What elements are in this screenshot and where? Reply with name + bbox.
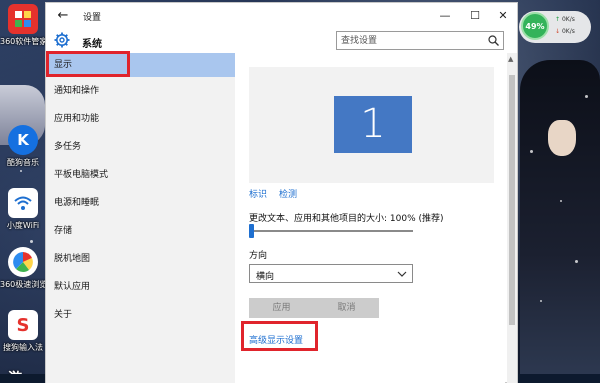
memory-usage-ring: 49% — [521, 12, 549, 40]
upload-arrow-icon: ↑ — [555, 16, 561, 23]
minimize-button[interactable]: — — [432, 6, 458, 26]
desktop-icon-label: 小度WiFi — [6, 221, 40, 230]
maximize-icon: ☐ — [470, 9, 480, 22]
minimize-icon: — — [439, 9, 451, 22]
nav-item-label: 脱机地图 — [54, 254, 91, 264]
scrollbar[interactable]: ▲ — [507, 53, 517, 383]
desktop-icon-360-browser[interactable]: 360极速浏览器 — [0, 247, 56, 290]
scale-label: 更改文本、应用和其他项目的大小: 100% (推荐) — [249, 214, 444, 224]
nav-item-label: 平板电脑模式 — [54, 170, 109, 180]
snowflake — [585, 95, 588, 98]
wifi-icon — [8, 188, 38, 218]
nav-item-offline-maps[interactable]: 脱机地图 — [46, 247, 235, 271]
network-speed-widget[interactable]: 49% ↑ 0K/s ↓ 0K/s — [519, 11, 591, 43]
snowflake — [540, 300, 542, 302]
app-360-icon — [8, 4, 38, 34]
desktop-icon-sogou-input[interactable]: S 搜狗输入法 — [0, 310, 46, 353]
sogou-icon: S — [8, 310, 38, 340]
search-box[interactable] — [336, 31, 504, 50]
chevron-down-icon — [397, 271, 407, 277]
nav-item-power-sleep[interactable]: 电源和睡眠 — [46, 191, 235, 215]
settings-window: ← 设置 — ☐ ✕ 系统 显示 通知和操作 应用和功能 多任务 平板电脑模式 … — [45, 2, 518, 383]
scroll-up-icon[interactable]: ▲ — [508, 55, 513, 63]
kugou-icon: K — [8, 125, 38, 155]
snowflake — [560, 200, 562, 202]
section-title: 系统 — [82, 39, 102, 50]
snowflake — [30, 240, 33, 243]
monitor-arrangement-area: 1 — [249, 67, 494, 183]
desktop-icon-360-software-manager[interactable]: 360软件管家 — [0, 4, 48, 47]
nav-item-notifications[interactable]: 通知和操作 — [46, 79, 235, 103]
back-arrow-icon: ← — [57, 8, 69, 23]
orientation-label: 方向 — [249, 251, 268, 261]
maximize-button[interactable]: ☐ — [462, 6, 488, 26]
display-settings-panel: 1 标识 检测 更改文本、应用和其他项目的大小: 100% (推荐) 方向 横向… — [235, 53, 505, 383]
nav-item-label: 存储 — [54, 226, 73, 236]
close-button[interactable]: ✕ — [490, 6, 516, 26]
orientation-dropdown[interactable]: 横向 — [249, 264, 413, 283]
nav-item-tablet-mode[interactable]: 平板电脑模式 — [46, 163, 235, 187]
nav-item-label: 应用和功能 — [54, 114, 100, 124]
nav-item-label: 默认应用 — [54, 282, 91, 292]
nav-item-apps[interactable]: 应用和功能 — [46, 107, 235, 131]
upload-rate: ↑ 0K/s — [555, 16, 575, 23]
title-bar: ← 设置 — ☐ ✕ — [46, 3, 517, 29]
orientation-value: 横向 — [256, 272, 275, 282]
search-input[interactable] — [341, 33, 481, 48]
settings-nav: 显示 通知和操作 应用和功能 多任务 平板电脑模式 电源和睡眠 存储 脱机地图 … — [46, 53, 235, 383]
nav-item-label: 通知和操作 — [54, 86, 100, 96]
gear-icon — [54, 32, 70, 48]
window-title: 设置 — [83, 13, 102, 23]
desktop-icon-label: 酷狗音乐 — [7, 158, 39, 167]
nav-item-label: 多任务 — [54, 142, 82, 152]
download-arrow-icon: ↓ — [555, 28, 561, 35]
settings-header: 系统 — [46, 29, 517, 53]
cancel-button[interactable]: 取消 — [314, 298, 379, 318]
detect-link[interactable]: 检测 — [279, 187, 297, 200]
desktop-icon-label: 360极速浏览器 — [0, 280, 56, 289]
nav-item-storage[interactable]: 存储 — [46, 219, 235, 243]
search-icon[interactable] — [488, 35, 499, 46]
download-rate: ↓ 0K/s — [555, 28, 575, 35]
monitor-tile[interactable]: 1 — [334, 96, 412, 153]
nav-item-about[interactable]: 关于 — [46, 303, 235, 327]
close-icon: ✕ — [498, 9, 508, 22]
identify-link[interactable]: 标识 — [249, 187, 267, 200]
scale-slider-thumb[interactable] — [249, 224, 254, 238]
wallpaper-figure-face — [548, 120, 576, 156]
nav-item-default-apps[interactable]: 默认应用 — [46, 275, 235, 299]
nav-item-label: 电源和睡眠 — [54, 198, 100, 208]
desktop-icon-kugou-music[interactable]: K 酷狗音乐 — [0, 125, 46, 168]
desktop-icon-label: 360软件管家 — [0, 37, 48, 46]
desktop-icon-label: 搜狗输入法 — [3, 343, 43, 352]
desktop-icon-xiaodu-wifi[interactable]: 小度WiFi — [0, 188, 46, 231]
nav-item-display[interactable]: 显示 — [46, 53, 235, 77]
scale-slider[interactable] — [249, 224, 413, 238]
scrollbar-thumb[interactable] — [509, 75, 515, 325]
nav-item-label: 显示 — [54, 60, 73, 70]
apply-button[interactable]: 应用 — [249, 298, 314, 318]
snowflake — [20, 170, 22, 172]
wallpaper-figure-right — [520, 60, 600, 383]
nav-item-multitasking[interactable]: 多任务 — [46, 135, 235, 159]
back-button[interactable]: ← — [55, 8, 71, 24]
browser-icon — [8, 247, 38, 277]
snowflake — [575, 260, 578, 263]
nav-item-label: 关于 — [54, 310, 73, 320]
advanced-display-settings-link[interactable]: 高级显示设置 — [249, 333, 303, 346]
snowflake — [530, 150, 533, 153]
